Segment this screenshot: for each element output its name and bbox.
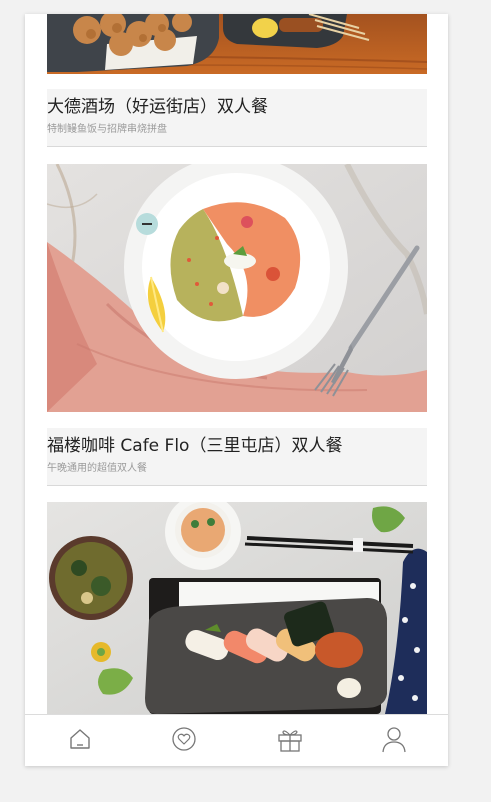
deal-card[interactable]: 福楼咖啡 Cafe Flo（三里屯店）双人餐 午晚通用的超值双人餐 — [47, 164, 427, 486]
tab-favorites[interactable] — [169, 726, 199, 756]
tab-profile[interactable] — [379, 726, 409, 756]
deal-card[interactable]: 大德酒场（好运街店）双人餐 特制鳗鱼饭与招牌串烧拼盘 — [47, 14, 427, 147]
user-icon — [380, 725, 408, 757]
deal-subtitle: 午晚通用的超值双人餐 — [47, 463, 147, 474]
deal-feed[interactable]: 大德酒场（好运街店）双人餐 特制鳗鱼饭与招牌串烧拼盘 福楼咖啡 Cafe Flo… — [25, 14, 448, 714]
deal-card[interactable] — [47, 502, 427, 714]
tab-home[interactable] — [65, 726, 95, 756]
deal-subtitle: 特制鳗鱼饭与招牌串烧拼盘 — [47, 124, 167, 135]
deal-info: 大德酒场（好运街店）双人餐 特制鳗鱼饭与招牌串烧拼盘 — [47, 89, 427, 147]
gift-icon — [276, 725, 304, 757]
deal-title: 福楼咖啡 Cafe Flo（三里屯店）双人餐 — [47, 436, 343, 456]
bottom-tab-bar — [25, 714, 448, 766]
heart-icon — [171, 726, 197, 756]
home-icon — [68, 727, 92, 755]
phone-frame: 大德酒场（好运街店）双人餐 特制鳗鱼饭与招牌串烧拼盘 福楼咖啡 Cafe Flo… — [25, 14, 448, 766]
deal-image-fried-chicken[interactable] — [47, 14, 427, 74]
tab-gifts[interactable] — [275, 726, 305, 756]
deal-info: 福楼咖啡 Cafe Flo（三里屯店）双人餐 午晚通用的超值双人餐 — [47, 428, 427, 486]
deal-image-salmon-carpaccio[interactable] — [47, 164, 427, 412]
deal-image-sushi-set[interactable] — [47, 502, 427, 714]
deal-title: 大德酒场（好运街店）双人餐 — [47, 97, 268, 117]
